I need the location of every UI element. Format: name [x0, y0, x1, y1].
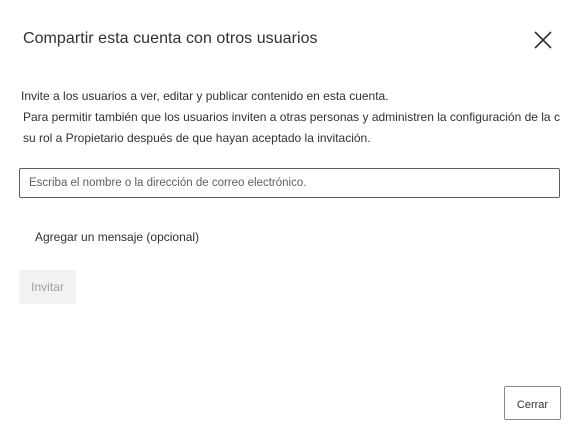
description-line: su rol a Propietario después de que haya…	[23, 131, 371, 145]
invite-button[interactable]: Invitar	[19, 270, 76, 304]
share-account-dialog: Compartir esta cuenta con otros usuarios…	[0, 0, 577, 442]
description-line: Invite a los usuarios a ver, editar y pu…	[21, 89, 389, 103]
close-icon	[534, 31, 552, 49]
description-line: Para permitir también que los usuarios i…	[23, 110, 560, 124]
email-field[interactable]	[19, 168, 560, 198]
close-button[interactable]: Cerrar	[504, 386, 561, 420]
dialog-description: Invite a los usuarios a ver, editar y pu…	[21, 86, 577, 149]
close-dialog-button[interactable]	[528, 25, 558, 55]
add-message-link[interactable]: Agregar un mensaje (opcional)	[35, 230, 199, 244]
dialog-title: Compartir esta cuenta con otros usuarios	[23, 30, 318, 47]
